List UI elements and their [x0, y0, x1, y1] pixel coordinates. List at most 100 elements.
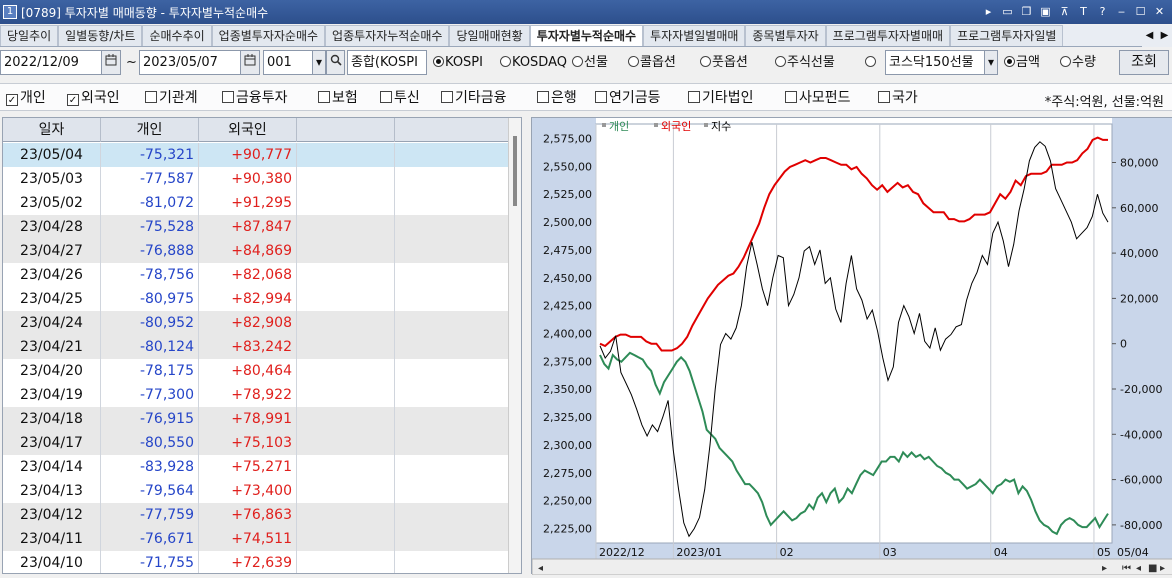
y-left-tick-label: 2,300,00 [543, 439, 592, 452]
tab[interactable]: 프로그램투자자별매매 [825, 25, 951, 46]
table-row[interactable]: 23/04/25 -80,975 +82,994 [3, 287, 508, 311]
tab[interactable]: 업종별투자자순매수 [211, 25, 326, 46]
window-button[interactable]: T [1075, 3, 1092, 20]
table-row[interactable]: 23/04/17 -80,550 +75,103 [3, 431, 508, 455]
cell-empty [297, 215, 395, 239]
y-left-tick-label: 2,500,00 [543, 216, 592, 229]
search-button[interactable]: 조회 [1119, 50, 1169, 75]
investor-checkbox[interactable]: 사모펀드 [785, 90, 851, 106]
tab[interactable]: 프로그램투자자일별 [950, 25, 1064, 46]
investor-checkbox[interactable]: 기타금융 [441, 90, 507, 106]
table-row[interactable]: 23/04/21 -80,124 +83,242 [3, 335, 508, 359]
investor-checkbox[interactable]: ✓ 개인 [6, 90, 46, 106]
tab-scroll-left-icon[interactable]: ◀ [1142, 25, 1157, 47]
cell-individual: -77,587 [101, 167, 199, 191]
table-row[interactable]: 23/04/18 -76,915 +78,991 [3, 407, 508, 431]
search-icon[interactable] [326, 50, 345, 75]
radio-kosdaq150[interactable] [865, 50, 877, 75]
cell-date: 23/04/17 [3, 431, 101, 455]
radio-futures[interactable]: 선물 [572, 50, 608, 75]
investor-checkbox[interactable]: 연기금등 [595, 90, 661, 106]
table-row[interactable]: 23/05/04 -75,321 +90,777 [3, 143, 508, 167]
table-scrollbar[interactable] [508, 118, 521, 573]
table-row[interactable]: 23/04/24 -80,952 +82,908 [3, 311, 508, 335]
table-row[interactable]: 23/04/20 -78,175 +80,464 [3, 359, 508, 383]
investor-checkbox[interactable]: 기관계 [145, 90, 198, 106]
chevron-down-icon[interactable]: ▾ [984, 50, 998, 75]
y-right-tick-label: -60,000 [1120, 474, 1162, 487]
cell-date: 23/05/03 [3, 167, 101, 191]
radio-kospi[interactable]: KOSPI [433, 50, 483, 75]
x-tick-label: 05 [1097, 546, 1111, 559]
scrollbar-thumb[interactable] [513, 136, 517, 206]
cell-empty [297, 383, 395, 407]
tab[interactable]: 종목별투자자 [745, 25, 826, 46]
cell-individual: -76,888 [101, 239, 199, 263]
radio-amount[interactable]: 금액 [1004, 50, 1040, 75]
radio-put-option[interactable]: 풋옵션 [700, 50, 748, 75]
investor-checkbox-label: 투신 [394, 90, 420, 106]
window-button[interactable]: ⊼ [1056, 3, 1073, 20]
window-button[interactable]: ‒ [1113, 3, 1130, 20]
window-button[interactable]: ❐ [1018, 3, 1035, 20]
tab[interactable]: 당일매매현황 [449, 25, 530, 46]
tab-scroll-right-icon[interactable]: ▶ [1157, 25, 1172, 47]
chart-scroll-icon: ◂ [538, 563, 543, 574]
investor-checkbox[interactable]: 투신 [380, 90, 420, 106]
table-row[interactable]: 23/05/03 -77,587 +90,380 [3, 167, 508, 191]
cell-individual: -77,759 [101, 503, 199, 527]
window-button[interactable]: ▭ [999, 3, 1016, 20]
chevron-down-icon[interactable]: ▾ [312, 50, 326, 75]
investor-checkbox[interactable]: 보험 [318, 90, 358, 106]
window-button[interactable]: ☐ [1132, 3, 1149, 20]
table-row[interactable]: 23/05/02 -81,072 +91,295 [3, 191, 508, 215]
investor-checkbox[interactable]: ✓ 외국인 [67, 90, 120, 106]
radio-kosdaq[interactable]: KOSDAQ [500, 50, 567, 75]
table-row[interactable]: 23/04/11 -76,671 +74,511 [3, 527, 508, 551]
tab[interactable]: 투자자별누적순매수 [529, 25, 644, 46]
app-icon: 1 [3, 5, 17, 19]
header-date[interactable]: 일자 [3, 118, 101, 142]
y-left-tick-label: 2,475,00 [543, 244, 592, 257]
cell-foreign: +78,991 [199, 407, 297, 431]
header-foreign[interactable]: 외국인 [199, 118, 297, 142]
calendar-icon[interactable] [101, 50, 121, 75]
radio-stock-futures[interactable]: 주식선물 [775, 50, 835, 75]
table-row[interactable]: 23/04/14 -83,928 +75,271 [3, 455, 508, 479]
window-button[interactable]: ✕ [1151, 3, 1168, 20]
legend-marker [704, 123, 708, 127]
cell-empty [297, 143, 395, 167]
radio-call-option[interactable]: 콜옵션 [628, 50, 676, 75]
legend-label: 개인 [609, 120, 629, 133]
tab[interactable]: 당일추이 [0, 25, 59, 46]
tab[interactable]: 일별동향/차트 [58, 25, 143, 46]
checkbox-box [878, 91, 890, 103]
header-individual[interactable]: 개인 [101, 118, 199, 142]
table-row[interactable]: 23/04/13 -79,564 +73,400 [3, 479, 508, 503]
table-row[interactable]: 23/04/26 -78,756 +82,068 [3, 263, 508, 287]
window-button[interactable]: ? [1094, 3, 1111, 20]
table-row[interactable]: 23/04/10 -71,755 +72,639 [3, 551, 508, 573]
investor-checkbox[interactable]: 금융투자 [222, 90, 288, 106]
radio-quantity[interactable]: 수량 [1060, 50, 1096, 75]
end-date-input[interactable]: 2023/05/07 [139, 50, 241, 75]
calendar-icon[interactable] [240, 50, 260, 75]
cell-date: 23/04/13 [3, 479, 101, 503]
tab[interactable]: 순매수추이 [142, 25, 212, 46]
title-bar: 1 [0789] 투자자별 매매동향 - 투자자별누적순매수 ▸ ▭ ❐ ▣ ⊼ T? ‒ ☐… [0, 0, 1172, 24]
investor-checkbox[interactable]: 기타법인 [688, 90, 754, 106]
table-row[interactable]: 23/04/28 -75,528 +87,847 [3, 215, 508, 239]
table-row[interactable]: 23/04/27 -76,888 +84,869 [3, 239, 508, 263]
table-row[interactable]: 23/04/19 -77,300 +78,922 [3, 383, 508, 407]
chart-scroll-icon: ▸ [1160, 563, 1165, 574]
investor-checkbox[interactable]: 국가 [878, 90, 918, 106]
investor-checkbox[interactable]: 은행 [537, 90, 577, 106]
market-code-input[interactable]: 001 [263, 50, 313, 75]
radio-amount-label: 금액 [1016, 55, 1040, 70]
table-row[interactable]: 23/04/12 -77,759 +76,863 [3, 503, 508, 527]
window-button[interactable]: ▣ [1037, 3, 1054, 20]
window-button[interactable]: ▸ [980, 3, 997, 20]
tab[interactable]: 업종투자자누적순매수 [325, 25, 450, 46]
tab[interactable]: 투자자별일별매매 [643, 25, 746, 46]
start-date-input[interactable]: 2022/12/09 [0, 50, 102, 75]
